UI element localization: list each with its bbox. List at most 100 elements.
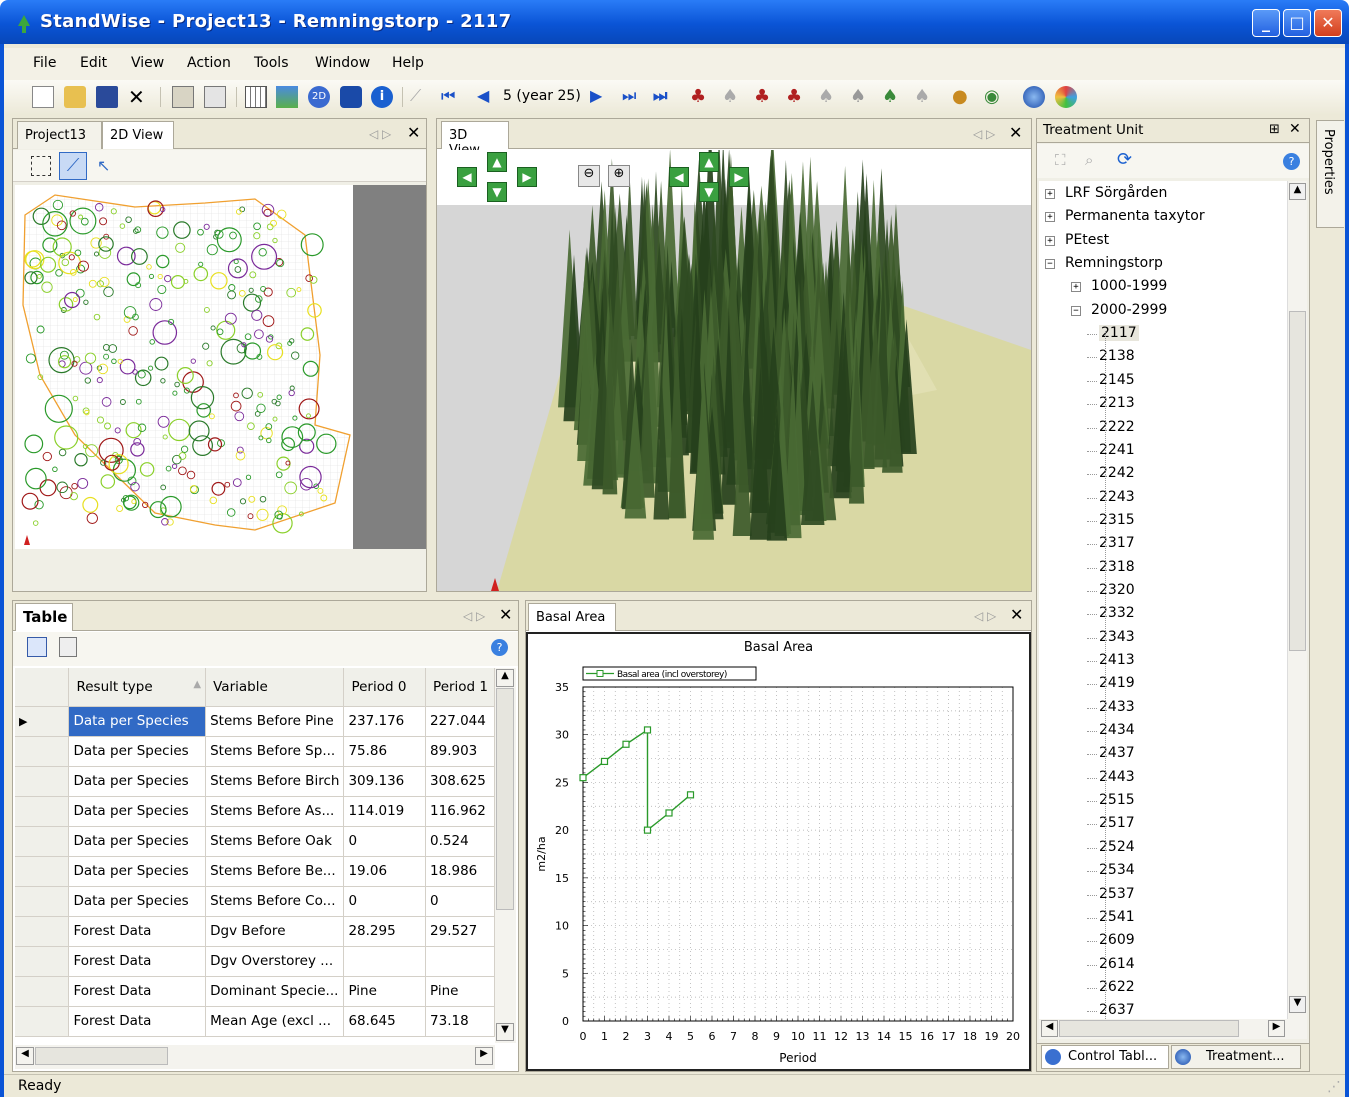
collapse-icon[interactable]: − — [1045, 259, 1055, 270]
data-point[interactable] — [579, 774, 587, 782]
stand-map-2d[interactable] — [15, 185, 353, 549]
cell-period-1[interactable]: Pine — [425, 976, 495, 1007]
cell-result-type[interactable]: Data per Species — [68, 886, 207, 917]
tilt-up-icon[interactable]: ▲ — [699, 152, 719, 172]
cell-period-0[interactable]: 68.645 — [343, 1006, 427, 1037]
row-header[interactable] — [15, 886, 70, 917]
cell-result-type[interactable]: Data per Species — [68, 796, 207, 827]
row-header[interactable] — [15, 976, 70, 1007]
previous-period-icon[interactable]: ◀ — [477, 86, 499, 108]
tab-basal-area[interactable]: Basal Area — [528, 603, 616, 631]
table-row[interactable]: Forest Data Mean Age (excl ... 68.645 73.18 — [15, 1006, 495, 1037]
table-row[interactable]: Data per Species Stems Before Birch 309.13… — [15, 766, 495, 797]
search-icon[interactable]: ⌕ — [1085, 151, 1093, 169]
tab-project13[interactable]: Project13 — [17, 121, 102, 149]
panel-nav-arrows[interactable]: ◁ ▷ — [973, 127, 995, 141]
expand-icon[interactable]: + — [1045, 189, 1055, 199]
pan-down-icon[interactable]: ▼ — [487, 182, 507, 202]
cell-variable[interactable]: Stems Before Oak — [205, 826, 345, 857]
menu-edit[interactable]: Edit — [80, 55, 107, 71]
cell-variable[interactable]: Stems Before As... — [205, 796, 345, 827]
export-icon[interactable] — [59, 637, 77, 657]
map-icon[interactable] — [276, 86, 298, 108]
zoom-out-icon[interactable]: ⊖ — [578, 165, 600, 187]
treatment-other-icon[interactable]: ♠ — [914, 86, 936, 108]
grid-hscrollbar[interactable]: ◀ ▶ — [15, 1045, 495, 1069]
globe-icon[interactable] — [1023, 86, 1045, 108]
expand-icon[interactable]: + — [1045, 235, 1055, 246]
close-panel-button[interactable]: ✕ — [1009, 123, 1022, 142]
cell-period-1[interactable]: 29.527 — [425, 916, 495, 947]
scroll-up-icon[interactable]: ▲ — [1289, 183, 1306, 200]
measure-tool-icon[interactable]: ⟋ — [59, 152, 87, 180]
resize-grip-icon[interactable]: ⋰ — [1327, 1079, 1341, 1095]
cell-result-type[interactable]: Forest Data — [68, 1006, 207, 1037]
column-header-variable[interactable]: Variable — [205, 668, 345, 707]
treatment-cleaning-icon[interactable]: ♠ — [882, 86, 904, 108]
data-point[interactable] — [643, 726, 652, 734]
menu-window[interactable]: Window — [315, 55, 370, 71]
cell-period-1[interactable]: 18.986 — [425, 856, 495, 887]
minimize-button[interactable]: _ — [1252, 9, 1280, 37]
cell-variable[interactable]: Stems Before Birch — [205, 766, 345, 797]
goto-end-icon[interactable]: ⏭ — [653, 86, 675, 108]
cell-result-type[interactable]: Forest Data — [68, 976, 207, 1007]
select-rectangle-icon[interactable] — [31, 156, 51, 176]
close-panel-button[interactable]: ✕ — [407, 123, 420, 142]
rotate-right-icon[interactable]: ▶ — [729, 167, 749, 187]
2d-view-icon[interactable]: 2D — [308, 86, 330, 108]
expand-icon[interactable]: + — [1071, 282, 1081, 293]
row-header[interactable] — [15, 916, 70, 947]
tab-treatment[interactable]: Treatment... — [1171, 1045, 1301, 1069]
close-panel-button[interactable]: ✕ — [1289, 121, 1301, 137]
cell-result-type[interactable]: Data per Species — [68, 766, 207, 797]
close-panel-button[interactable]: ✕ — [1010, 605, 1023, 624]
data-point[interactable] — [600, 757, 609, 766]
cell-period-0[interactable]: 237.176 — [343, 706, 427, 737]
menu-help[interactable]: Help — [392, 55, 424, 71]
table-row[interactable]: Data per Species Stems Before Be... 19.06 1… — [15, 856, 495, 887]
cell-result-type[interactable]: Forest Data — [68, 946, 207, 977]
table-row[interactable]: Data per Species Stems Before As... 114.01… — [15, 796, 495, 827]
tab-3d-view[interactable]: 3D View — [441, 121, 509, 158]
pan-left-icon[interactable]: ◀ — [457, 167, 477, 187]
menu-view[interactable]: View — [131, 55, 164, 71]
cell-period-1[interactable]: 73.18 — [425, 1006, 495, 1037]
tree-vscrollbar[interactable]: ▲ ▼ — [1287, 181, 1307, 1019]
row-header[interactable] — [15, 736, 70, 767]
treatment-shelter-icon[interactable]: ♣ — [786, 86, 808, 108]
properties-side-tab[interactable]: Properties — [1316, 120, 1344, 228]
row-header[interactable] — [15, 946, 70, 977]
cell-period-1[interactable]: 0.524 — [425, 826, 495, 857]
maximize-button[interactable]: □ — [1283, 9, 1311, 37]
cell-period-0[interactable]: Pine — [343, 976, 427, 1007]
row-header[interactable] — [15, 1006, 70, 1037]
pointer-icon[interactable]: ↖ — [97, 156, 110, 175]
help-icon[interactable]: ? — [491, 639, 508, 656]
row-header[interactable] — [15, 796, 70, 827]
tab-2d-view[interactable]: 2D View — [102, 121, 174, 149]
link-icon[interactable]: ⟋ — [410, 86, 432, 108]
panel-nav-arrows[interactable]: ◁ ▷ — [369, 127, 391, 141]
save-icon[interactable] — [96, 86, 118, 108]
last-period-icon[interactable]: ⏭ — [622, 86, 644, 108]
scroll-thumb[interactable] — [496, 688, 514, 910]
help-icon[interactable]: ? — [1283, 153, 1300, 170]
info-icon[interactable]: i — [371, 86, 393, 108]
cell-period-0[interactable]: 309.136 — [343, 766, 427, 797]
tree-hscrollbar[interactable]: ◀ ▶ — [1039, 1019, 1307, 1039]
cell-result-type[interactable]: Data per Species — [68, 706, 207, 737]
cell-variable[interactable]: Dominant Specie... — [205, 976, 345, 1007]
row-header[interactable] — [15, 856, 70, 887]
data-point[interactable] — [665, 809, 673, 817]
pin-icon[interactable]: ⊞ — [1269, 122, 1280, 137]
select-columns-icon[interactable] — [27, 637, 47, 657]
scroll-down-icon[interactable]: ▼ — [1289, 996, 1306, 1013]
menu-action[interactable]: Action — [187, 55, 231, 71]
3d-canvas[interactable] — [437, 116, 1031, 591]
cell-variable[interactable]: Stems Before Co... — [205, 886, 345, 917]
treatment-seed-tree-icon[interactable]: ♣ — [754, 86, 776, 108]
table-row[interactable]: Data per Species Stems Before Oak 0 0.524 — [15, 826, 495, 857]
rotate-left-icon[interactable]: ◀ — [669, 167, 689, 187]
cell-period-0[interactable]: 114.019 — [343, 796, 427, 827]
